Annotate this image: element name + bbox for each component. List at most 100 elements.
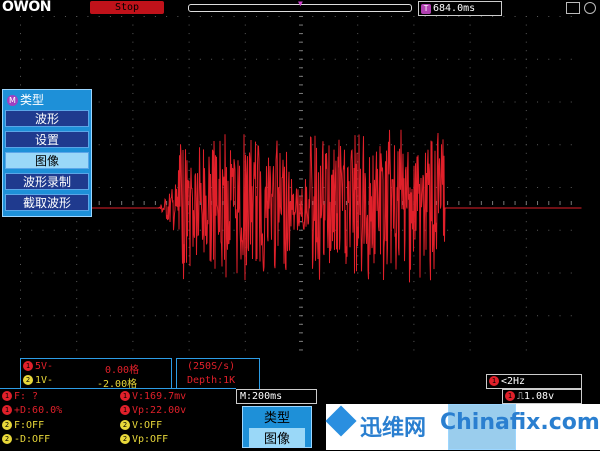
type-button-line2: 图像 [249, 428, 305, 447]
grid-dot [20, 289, 21, 291]
grid-dot [559, 187, 561, 188]
grid-dot [98, 58, 100, 60]
grid-dot [357, 306, 359, 308]
grid-dot [109, 315, 111, 317]
grid-dot [345, 272, 347, 274]
grid-dot [570, 187, 572, 188]
frequency-counter: 1 <2Hz [486, 374, 582, 389]
grid-dot [76, 33, 78, 35]
grid-dot [177, 229, 179, 231]
grid-dot [469, 246, 471, 248]
grid-dot [211, 101, 213, 103]
grid-dot [244, 306, 246, 308]
grid-dot [278, 101, 280, 103]
grid-dot [109, 229, 111, 231]
grid-dot [132, 161, 134, 163]
grid-dot [244, 281, 246, 283]
type-softkey-button[interactable]: 类型 图像 [242, 406, 312, 448]
grid-dot [76, 229, 78, 231]
grid-dot [312, 58, 314, 60]
grid-dot [199, 101, 201, 103]
grid-dot [233, 16, 235, 17]
grid-dot [312, 101, 314, 103]
axis-tick [299, 144, 303, 146]
menu-item-waveform-record[interactable]: 波形录制 [5, 173, 89, 190]
grid-dot [199, 144, 201, 146]
waveform-display[interactable] [20, 16, 582, 358]
grid-dot [323, 144, 325, 146]
grid-dot [424, 58, 426, 60]
grid-dot [525, 323, 527, 325]
grid-dot [525, 255, 527, 257]
grid-dot [76, 84, 78, 86]
grid-dot [413, 332, 415, 334]
grid-dot [143, 144, 145, 146]
grid-dot [413, 135, 415, 137]
grid-dot [188, 323, 190, 325]
grid-dot [413, 58, 415, 60]
menu-item-waveform[interactable]: 波形 [5, 110, 89, 127]
graticule-center-axes [20, 16, 572, 351]
grid-dot [76, 340, 78, 342]
grid-dot [132, 178, 134, 180]
grid-dot [368, 144, 370, 146]
menu-item-settings[interactable]: 设置 [5, 131, 89, 148]
grid-dot [76, 246, 78, 248]
grid-dot [570, 229, 572, 231]
grid-dot [76, 24, 78, 26]
grid-dot [345, 58, 347, 60]
axis-tick [299, 272, 303, 274]
menu-item-image[interactable]: 图像 [5, 152, 89, 169]
grid-dot [503, 16, 505, 17]
grid-dot [256, 144, 258, 146]
meas-ch2-freq: 2 F:OFF [2, 420, 44, 432]
grid-dot [357, 289, 359, 291]
trigger-level-readout: 1 ⎍1.08v [502, 389, 582, 404]
grid-dot [143, 187, 145, 188]
grid-dot [413, 110, 415, 112]
grid-dot [20, 41, 21, 43]
grid-dot [244, 340, 246, 342]
grid-dot [132, 92, 134, 94]
grid-dot [323, 315, 325, 317]
grid-dot [244, 323, 246, 325]
grid-dot [121, 144, 123, 146]
grid-dot [42, 272, 44, 274]
grid-dot [188, 298, 190, 300]
grid-dot [525, 58, 527, 60]
meas-ch1-vpp: 1 Vp:22.00v [120, 405, 186, 417]
run-stop-status[interactable]: Stop [90, 1, 164, 14]
grid-dot [244, 332, 246, 334]
grid-dot [132, 50, 134, 52]
axis-tick [299, 101, 303, 103]
grid-dot [87, 315, 89, 317]
grid-dot [256, 315, 258, 317]
axis-tick [480, 201, 482, 205]
axis-tick [299, 349, 303, 351]
ch2-badge: 2 [23, 375, 33, 385]
axis-tick [299, 315, 303, 317]
grid-dot [424, 144, 426, 146]
grid-dot [76, 349, 78, 351]
grid-dot [154, 315, 156, 317]
axis-tick [299, 281, 303, 283]
grid-dot [390, 16, 392, 17]
grid-dot [413, 41, 415, 43]
grid-dot [390, 144, 392, 146]
grid-dot [469, 169, 471, 171]
grid-dot [413, 24, 415, 26]
grid-dot [559, 101, 561, 103]
grid-dot [166, 58, 168, 60]
axis-tick [548, 201, 550, 205]
grid-dot [413, 84, 415, 86]
grid-dot [53, 16, 55, 17]
grid-dot [469, 349, 471, 351]
menu-item-capture-waveform[interactable]: 截取波形 [5, 194, 89, 211]
grid-dot [132, 144, 134, 146]
grid-dot [357, 58, 359, 60]
grid-dot [132, 281, 134, 283]
grid-dot [525, 67, 527, 69]
axis-tick [299, 178, 303, 180]
grid-dot [469, 221, 471, 223]
grid-dot [503, 101, 505, 103]
